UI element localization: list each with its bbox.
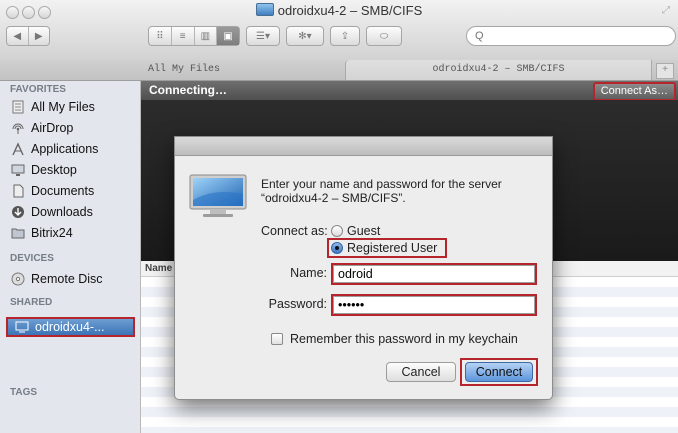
name-label: Name:: [290, 266, 327, 280]
window-title-wrap: odroidxu4-2 – SMB/CIFS: [0, 3, 678, 18]
registered-user-radio[interactable]: [331, 242, 343, 254]
sidebar-item-label: Downloads: [31, 205, 93, 219]
sidebar-item-label: AirDrop: [31, 121, 74, 135]
folder-icon: [10, 226, 25, 241]
sidebar-item-label: Desktop: [31, 163, 77, 177]
new-tab-button[interactable]: +: [656, 63, 674, 79]
view-mode-buttons: ⠿ ≡ ▥ ▣: [148, 26, 240, 46]
sidebar-item-label: Documents: [31, 184, 95, 198]
password-field[interactable]: [333, 296, 535, 314]
remember-password-option[interactable]: Remember this password in my keychain: [271, 332, 518, 346]
sidebar-item-bitrix24[interactable]: Bitrix24: [10, 223, 73, 243]
column-view-icon[interactable]: ▥: [195, 27, 218, 45]
login-dialog: Enter your name and password for the ser…: [174, 136, 553, 400]
share-icon: ⇪: [340, 30, 350, 42]
connection-status: Connecting…: [149, 83, 227, 97]
documents-icon: [10, 184, 25, 199]
guest-option[interactable]: Guest: [331, 224, 380, 238]
tags-button[interactable]: ⬭: [366, 26, 402, 46]
remember-password-checkbox[interactable]: [271, 333, 283, 345]
password-label: Password:: [268, 297, 327, 311]
registered-user-label: Registered User: [347, 241, 438, 255]
title-bar: odroidxu4-2 – SMB/CIFS ⤢ ◀ ▶ ⠿ ≡ ▥ ▣ ☰▾ …: [0, 0, 678, 61]
sidebar-header-devices: DEVICES: [10, 253, 54, 264]
icon-view-icon[interactable]: ⠿: [149, 27, 172, 45]
list-view-icon[interactable]: ≡: [172, 27, 195, 45]
server-monitor-icon: [189, 174, 247, 218]
sidebar-item-applications[interactable]: Applications: [10, 139, 98, 159]
forward-button[interactable]: ▶: [29, 27, 50, 45]
dialog-prompt: Enter your name and password for the ser…: [261, 177, 502, 205]
nav-buttons: ◀ ▶: [6, 26, 50, 46]
arrange-icon: ☰▾: [256, 30, 270, 42]
sidebar-item-documents[interactable]: Documents: [10, 181, 94, 201]
desktop-icon: [10, 163, 25, 178]
sidebar-item-label: Bitrix24: [31, 226, 73, 240]
cover-flow-view-icon[interactable]: ▣: [217, 27, 239, 45]
search-field[interactable]: [466, 26, 676, 46]
sidebar-item-desktop[interactable]: Desktop: [10, 160, 77, 180]
search-input[interactable]: [473, 29, 657, 43]
remember-password-label: Remember this password in my keychain: [290, 332, 518, 346]
sidebar-item-label: odroidxu4-...: [35, 320, 105, 334]
sidebar-item-all-my-files[interactable]: All My Files: [10, 97, 95, 117]
sidebar-header-favorites: FAVORITES: [10, 84, 66, 95]
connection-status-bar: Connecting… Connect As…: [141, 81, 678, 101]
applications-icon: [10, 142, 25, 157]
network-computer-icon: [14, 320, 29, 335]
tab-all-my-files[interactable]: All My Files: [140, 60, 345, 80]
sidebar-item-remote-disc[interactable]: Remote Disc: [10, 269, 103, 289]
tag-icon: ⬭: [379, 30, 389, 42]
back-button[interactable]: ◀: [7, 27, 29, 45]
connect-button[interactable]: Connect: [465, 362, 533, 382]
gear-icon: ✻▾: [298, 30, 312, 42]
share-button[interactable]: ⇪: [330, 26, 360, 46]
guest-label: Guest: [347, 224, 381, 238]
action-button[interactable]: ✻▾: [286, 26, 324, 46]
name-field[interactable]: [333, 265, 535, 283]
network-drive-icon: [255, 3, 274, 16]
password-field-frame: [331, 294, 537, 316]
sidebar-item-downloads[interactable]: Downloads: [10, 202, 93, 222]
arrange-button[interactable]: ☰▾: [246, 26, 280, 46]
sidebar: FAVORITES All My Files AirDrop Applicati…: [0, 81, 141, 433]
registered-user-option[interactable]: Registered User: [327, 238, 448, 258]
sidebar-item-label: All My Files: [31, 100, 95, 114]
cancel-button[interactable]: Cancel: [386, 362, 456, 382]
guest-radio[interactable]: [331, 225, 343, 237]
finder-window: odroidxu4-2 – SMB/CIFS ⤢ ◀ ▶ ⠿ ≡ ▥ ▣ ☰▾ …: [0, 0, 678, 433]
sidebar-item-odroid-share[interactable]: odroidxu4-...: [6, 317, 135, 337]
sidebar-item-label: Remote Disc: [31, 272, 103, 286]
sidebar-header-shared: SHARED: [10, 297, 53, 308]
connect-as-label: Connect as:: [261, 224, 328, 238]
airdrop-icon: [10, 121, 25, 136]
name-field-frame: [331, 263, 537, 285]
sidebar-item-airdrop[interactable]: AirDrop: [10, 118, 73, 138]
tab-bar: All My Files odroidxu4-2 – SMB/CIFS +: [0, 60, 678, 81]
sidebar-item-label: Applications: [31, 142, 99, 156]
all-files-icon: [10, 100, 25, 115]
sidebar-header-tags: TAGS: [10, 387, 38, 398]
fullscreen-icon[interactable]: ⤢: [662, 5, 670, 16]
connect-as-button[interactable]: Connect As…: [592, 82, 676, 101]
tab-odroid-share[interactable]: odroidxu4-2 – SMB/CIFS: [345, 60, 652, 80]
downloads-icon: [10, 205, 25, 220]
disc-icon: [10, 272, 25, 287]
window-title: odroidxu4-2 – SMB/CIFS: [277, 3, 423, 18]
dialog-titlebar: [175, 137, 552, 156]
